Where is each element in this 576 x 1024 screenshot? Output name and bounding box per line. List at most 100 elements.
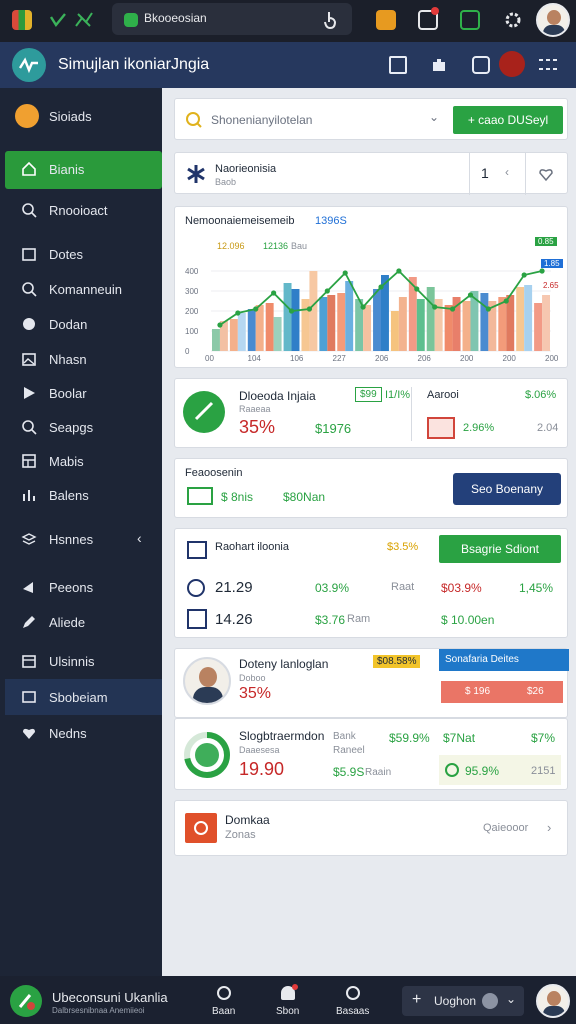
chevron-right-icon[interactable]: › [547, 820, 551, 835]
stats3-button[interactable]: Bsagrie Sdiont [439, 535, 561, 563]
stats1-value: $1976 [315, 421, 352, 436]
sidebar-item-6[interactable]: Nhasn [5, 341, 162, 377]
sidebar-item-3[interactable]: Dotes [5, 236, 162, 272]
bar-series-2 [255, 305, 264, 351]
trend-icon[interactable] [74, 10, 94, 30]
x-tick-label: 00 [205, 354, 214, 363]
info-subtitle: Baob [215, 177, 237, 187]
stats1-title: Dloeoda Injaia [239, 389, 316, 403]
trend-point [324, 288, 330, 294]
profile-red-bar [441, 681, 563, 703]
progress-gauge [184, 732, 230, 778]
sidebar-item-16[interactable]: Nedns [5, 715, 162, 751]
chevron-down-icon[interactable]: ⌄ [429, 110, 439, 124]
sidebar-item-label: Mabis [49, 454, 84, 469]
heart-icon [23, 728, 35, 739]
trend-point [378, 284, 384, 290]
app-logo[interactable] [12, 48, 46, 82]
nav-item-1[interactable]: Sbon [270, 984, 306, 1020]
add-button[interactable]: + caao DUSeyl [453, 106, 563, 134]
green-screen-icon[interactable] [460, 10, 480, 30]
sidebar-item-10[interactable]: Balens [5, 477, 162, 513]
divider [411, 387, 412, 441]
info-count: 1 [481, 165, 489, 181]
y-tick-label: 400 [185, 267, 199, 276]
bottom-search[interactable]: + Uoghon ⌄ [402, 986, 524, 1016]
toggle-icon [482, 993, 498, 1009]
app-header: Simujlan ikoniarJngia [0, 42, 576, 88]
app-icon-red[interactable] [12, 10, 32, 30]
profile-avatar[interactable] [183, 657, 231, 705]
chevron-icon[interactable]: ‹ [505, 165, 509, 179]
report-icon [187, 541, 207, 559]
trend-point [306, 306, 313, 312]
stats1-right-pct: 2.96% [463, 422, 495, 434]
image-icon [22, 353, 36, 366]
bottom-avatar[interactable] [536, 984, 570, 1018]
sidebar-item-15[interactable]: Sbobeiam [5, 679, 162, 715]
progress-card: Slogbtraermdon Daaesesa 19.90 Bank Ranee… [174, 718, 568, 790]
sidebar-item-5[interactable]: Dodan [5, 306, 162, 342]
chevron-left-icon[interactable]: ‹ [137, 530, 142, 546]
sidebar-item-8[interactable]: Seapgs [5, 409, 162, 445]
bar-series-2 [363, 305, 372, 351]
sidebar-item-2[interactable]: Rnooioact [5, 192, 162, 228]
inbox-icon[interactable] [389, 56, 407, 74]
progress-right-title: $7Nat [443, 731, 476, 745]
bar-series-1 [283, 283, 292, 351]
trend-point [396, 268, 402, 274]
sidebar-item-0[interactable]: Sioiads [5, 98, 162, 134]
nav-item-2[interactable]: Basaas [334, 984, 374, 1020]
progress-money-label: Raain [365, 767, 392, 778]
profile-thumb[interactable] [499, 51, 525, 77]
sidebar-item-label: Nhasn [49, 352, 87, 367]
stats3-row1-right: 1,45% [519, 581, 554, 595]
footer-link[interactable]: Qaieooor [483, 822, 528, 834]
heart-outline-icon[interactable] [537, 165, 555, 183]
sidebar-item-4[interactable]: Komanneuin [5, 271, 162, 307]
sidebar-item-label: Ulsinnis [49, 654, 95, 669]
heart-check-icon[interactable] [48, 10, 68, 30]
nav-item-0[interactable]: Baan [206, 984, 242, 1020]
chart-card: Nemoonaiemeisemeib 1396S 12.096 12136 Ba… [174, 206, 568, 368]
stats3-row2-label: Ram [347, 613, 371, 625]
sidebar-item-7[interactable]: Boolar [5, 375, 162, 411]
sidebar-item-label: Peeons [49, 580, 94, 595]
sidebar-item-14[interactable]: Ulsinnis [5, 643, 162, 679]
puzzle-icon[interactable] [430, 56, 448, 74]
nav-label: Sbon [276, 1006, 300, 1017]
see-button[interactable]: Seo Boenany [453, 473, 561, 505]
progress-right-pct: $7% [531, 731, 556, 745]
search-input[interactable]: Shonenianyilotelan [211, 113, 312, 127]
bar-series-2 [345, 281, 354, 351]
sidebar-item-12[interactable]: Peeons [5, 569, 162, 605]
sidebar-item-label: Rnooioact [49, 203, 108, 218]
sidebar-item-11[interactable]: Hsnnes ‹ [5, 521, 162, 557]
trend-point [360, 304, 366, 310]
bar-series-2 [542, 295, 550, 351]
stats2-title: Feaoosenin [185, 467, 243, 479]
gear-icon[interactable] [503, 10, 523, 30]
sidebar-item-1[interactable]: Bianis [5, 151, 162, 189]
user-avatar[interactable] [536, 3, 570, 37]
bar-series-2 [237, 313, 246, 351]
sidebar-item-label: Bianis [49, 162, 85, 177]
bottom-logo-icon[interactable] [10, 985, 42, 1017]
profile-red-a: $ 196 [465, 686, 491, 697]
x-tick-label: 200 [460, 354, 474, 363]
lock-icon[interactable] [472, 56, 490, 74]
active-tab-label: Bkooeosian [144, 11, 207, 25]
bar-series-1 [426, 287, 435, 351]
x-tick-label: 206 [418, 354, 432, 363]
bottom-subtitle: Dalbrsesnibnaa Anemiieoi [52, 1006, 145, 1015]
divider [525, 153, 526, 195]
orange-coin-icon [15, 104, 39, 128]
chart-icon [23, 490, 35, 501]
profile-banner[interactable]: Sonafaria Deites [439, 649, 569, 671]
touch-icon[interactable] [322, 10, 340, 30]
x-tick-label: 200 [545, 354, 559, 363]
sidebar-item-9[interactable]: Mabis [5, 443, 162, 479]
grid-dots-icon[interactable] [538, 56, 562, 74]
orange-badge-icon[interactable] [376, 10, 396, 30]
sidebar-item-13[interactable]: Aliede [5, 604, 162, 640]
